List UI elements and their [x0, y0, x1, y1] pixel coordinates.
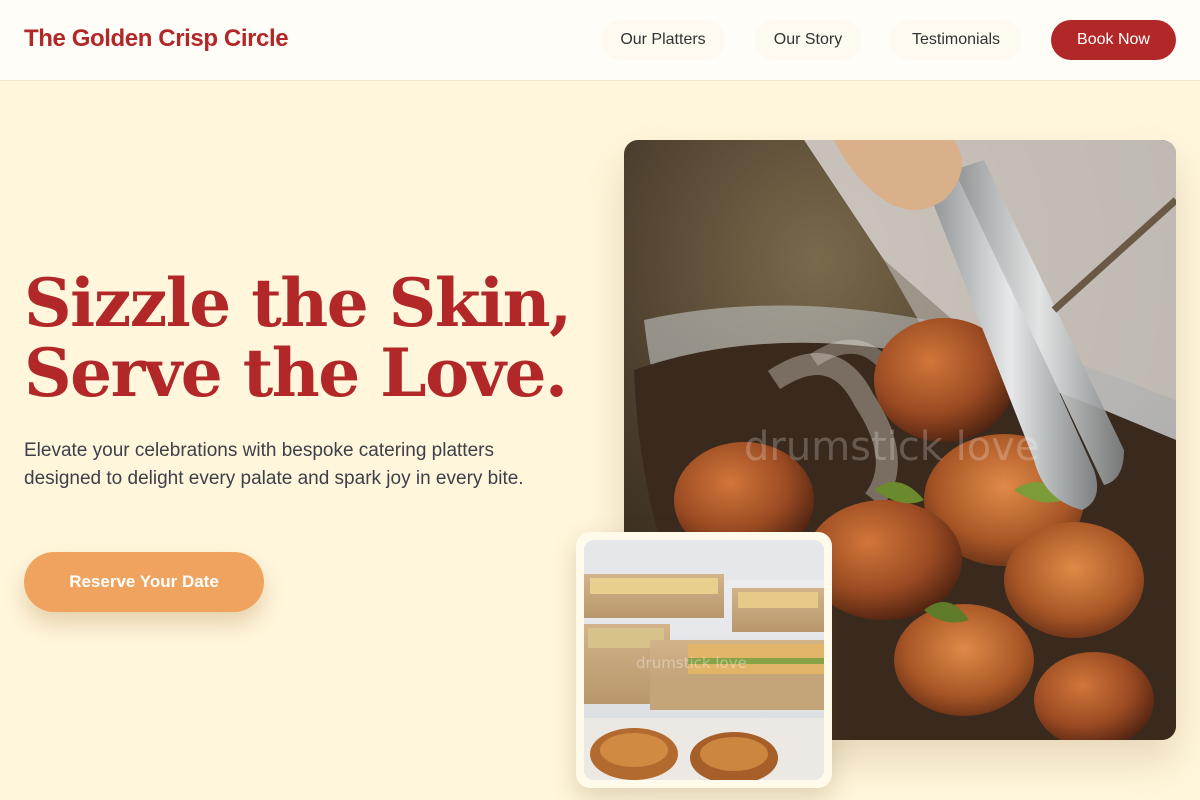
- nav-testimonials[interactable]: Testimonials: [890, 20, 1022, 60]
- watermark-text: drumstick love: [744, 424, 1040, 470]
- nav-our-platters[interactable]: Our Platters: [601, 20, 725, 60]
- book-now-button[interactable]: Book Now: [1051, 20, 1176, 60]
- nav-our-story[interactable]: Our Story: [754, 20, 862, 60]
- reserve-date-button[interactable]: Reserve Your Date: [24, 552, 264, 612]
- hero-title-line-1: Sizzle the Skin,: [24, 264, 572, 342]
- hero-title: Sizzle the Skin, Serve the Love.: [24, 268, 584, 408]
- site-header: The Golden Crisp Circle Our Platters Our…: [0, 0, 1200, 81]
- inset-watermark-text: drumstick love: [636, 654, 747, 672]
- hero-title-line-2: Serve the Love.: [24, 334, 568, 412]
- hero-description: Elevate your celebrations with bespoke c…: [24, 440, 524, 489]
- brand-logo[interactable]: The Golden Crisp Circle: [24, 25, 289, 53]
- inset-image: drumstick love: [584, 540, 824, 780]
- inset-image-card: drumstick love: [576, 532, 832, 788]
